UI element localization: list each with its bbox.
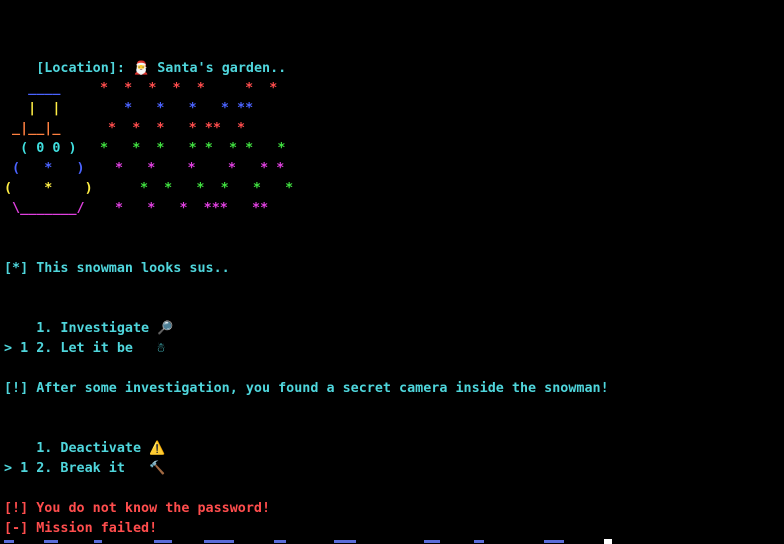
location-line: [Location]: 🎅 Santa's garden.. (4, 39, 286, 76)
stars-row: * * * * * * * (100, 81, 278, 96)
stars-row: * * * * ** * (100, 121, 246, 136)
partial-next-line (4, 539, 604, 544)
menu2-option-deactivate: 1. Deactivate ⚠️ (36, 441, 166, 456)
art-row: ( 0 0 ) (4, 139, 77, 159)
snowman-row: ____ (4, 81, 61, 96)
snowman-row: ( * ) (4, 181, 93, 196)
terminal-cursor (604, 539, 612, 544)
hammer-icon: 🔨 (149, 461, 166, 476)
message-snowman-sus: [*] This snowman looks sus.. (4, 261, 230, 276)
terminal-window[interactable]: [Location]: 🎅 Santa's garden.. ____ | | … (0, 0, 784, 544)
snowman-row: ( 0 0 ) (4, 141, 77, 156)
art-row: \_______/ (4, 199, 85, 219)
stars-row: * * * * * * (115, 161, 285, 176)
message-no-password: [!] You do not know the password! (4, 501, 271, 516)
snowman-row: _|__|_ (4, 121, 61, 136)
snowman-row: \_______/ (4, 201, 85, 216)
art-row: ( * ) (4, 159, 85, 179)
art-row: ( * ) (4, 179, 93, 199)
snowman-row: | | (4, 101, 61, 116)
snowman-row: ( * ) (4, 161, 85, 176)
menu2-option-break-it: 2. Break it 🔨 (36, 461, 166, 476)
art-row: | | (4, 99, 60, 119)
location-prefix: [Location]: (36, 61, 125, 76)
art-row: _|__|_ (4, 119, 60, 139)
art-row: ____ (4, 79, 60, 99)
menu1-option-let-it-be: 2. Let it be ☃ (36, 341, 166, 356)
location-name: Santa's garden.. (157, 61, 287, 76)
stars-row: * * * * * * * * (100, 141, 286, 156)
menu1-option-investigate: 1. Investigate 🔎 (36, 321, 174, 336)
message-found-camera: [!] After some investigation, you found … (4, 381, 609, 396)
message-mission-failed: [-] Mission failed! (4, 521, 158, 536)
stars-row: * * * *** ** (115, 201, 269, 216)
menu1-prompt: > 1 (4, 341, 29, 356)
snowman-icon: ☃ (157, 341, 166, 356)
stars-row: * * * * * * (140, 181, 294, 196)
stars-row: * * * * ** (100, 101, 254, 116)
santa-icon: 🎅 (133, 61, 150, 76)
menu2-prompt: > 1 (4, 461, 29, 476)
